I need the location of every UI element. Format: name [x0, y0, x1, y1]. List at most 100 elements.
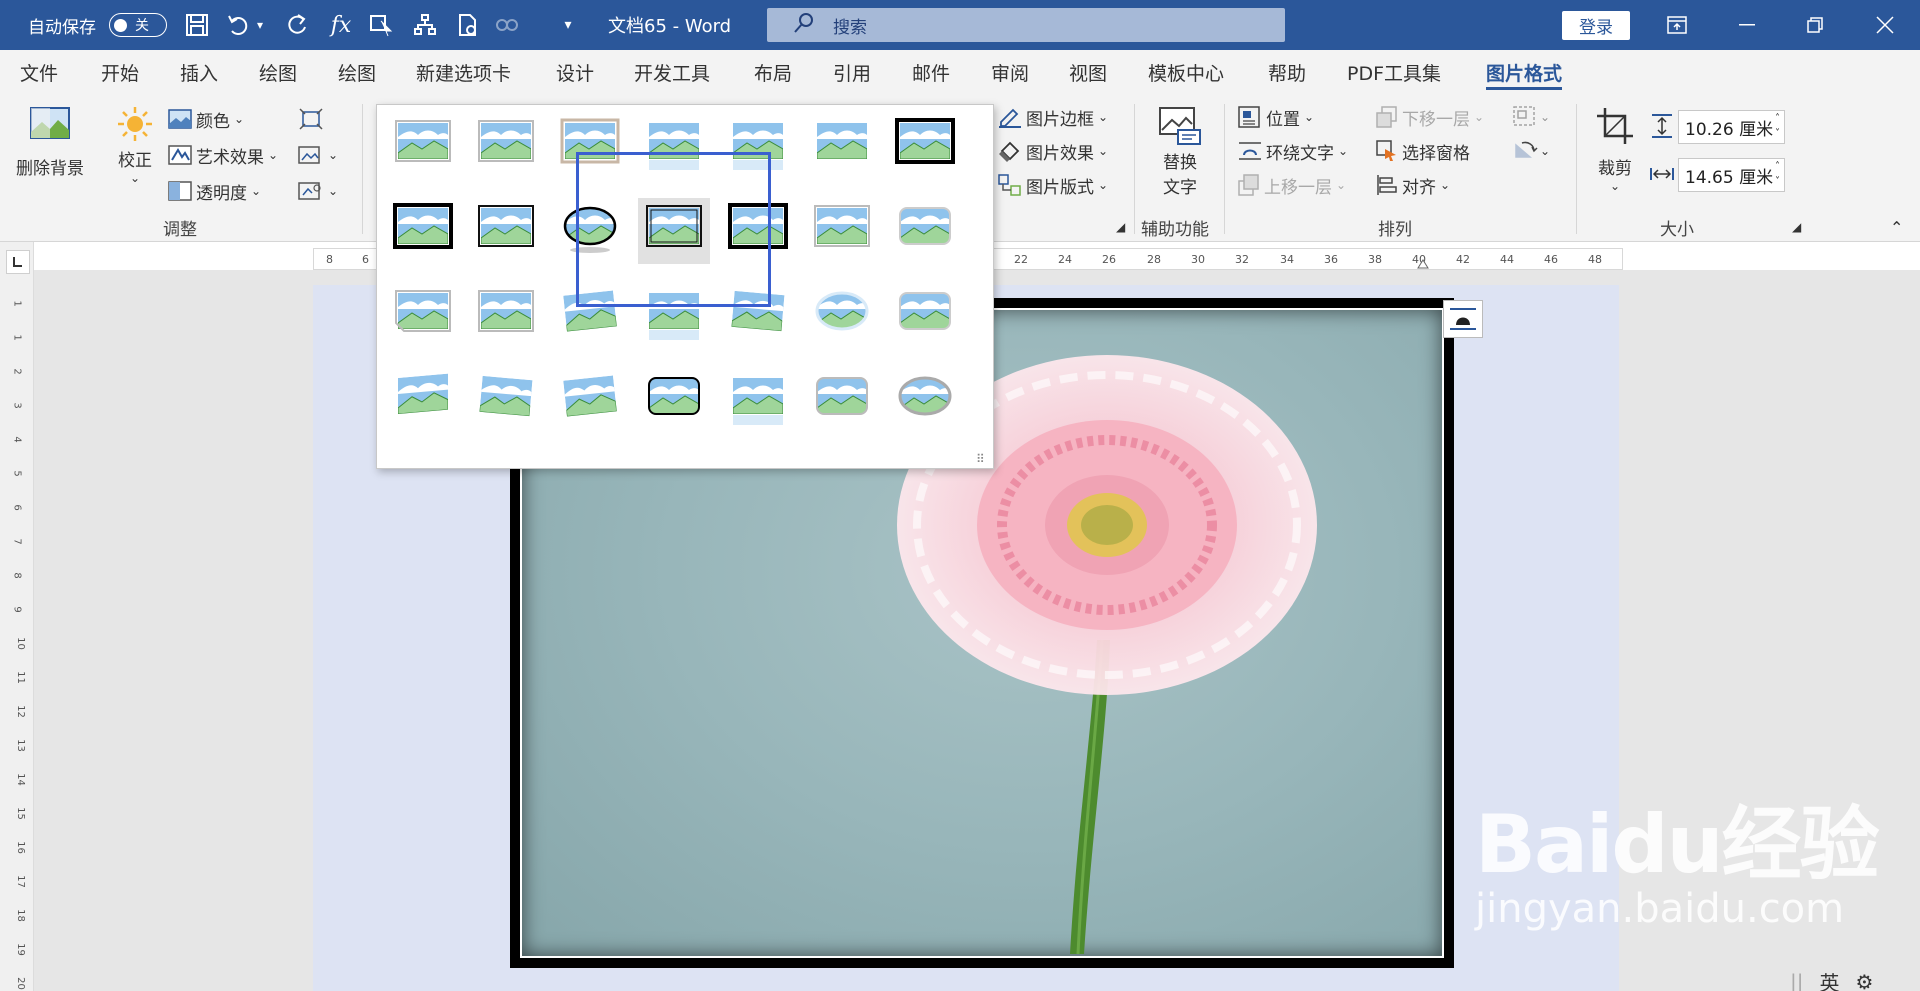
- picture-style-persp2[interactable]: [470, 368, 542, 434]
- artistic-effects-button[interactable]: 艺术效果 ⌄: [168, 142, 278, 168]
- chevron-down-icon: ⌄: [234, 112, 245, 126]
- picture-style-oval-soft[interactable]: [806, 283, 878, 349]
- tab-pdf-tools[interactable]: PDF工具集: [1347, 50, 1441, 94]
- wrap-text-button[interactable]: 环绕文字 ⌄: [1238, 138, 1348, 164]
- tab-new-tab[interactable]: 新建选项卡: [416, 50, 511, 94]
- search-input[interactable]: 搜索: [767, 8, 1285, 42]
- picture-style-thick-black2[interactable]: [387, 198, 459, 264]
- picture-style-rounded-white[interactable]: [889, 198, 961, 264]
- spinner-icon[interactable]: ˄ ˅: [1775, 111, 1780, 141]
- width-field[interactable]: 14.65 厘米 ˄ ˅: [1678, 158, 1785, 192]
- picture-style-rounded-black[interactable]: [638, 368, 710, 434]
- tab-help[interactable]: 帮助: [1268, 50, 1306, 94]
- undo-dropdown-icon[interactable]: ▾: [253, 10, 267, 40]
- tab-picture-format[interactable]: 图片格式: [1486, 50, 1563, 94]
- color-button[interactable]: 颜色 ⌄: [168, 106, 244, 132]
- dialog-launcher-icon[interactable]: ◢: [1792, 220, 1801, 234]
- picture-layout-button[interactable]: 图片版式 ⌄: [998, 172, 1108, 198]
- picture-style-reflect2[interactable]: [722, 368, 794, 434]
- send-backward-button[interactable]: 下移一层 ⌄: [1376, 104, 1484, 130]
- alt-text-button[interactable]: 替换 文字: [1150, 106, 1210, 206]
- change-picture-icon[interactable]: ⌄: [298, 142, 338, 168]
- picture-style-bevel[interactable]: [806, 368, 878, 434]
- bring-forward-button[interactable]: 上移一层 ⌄: [1238, 172, 1346, 198]
- height-field[interactable]: 10.26 厘米 ˄ ˅: [1678, 110, 1785, 144]
- tab-references[interactable]: 引用: [833, 50, 871, 94]
- remove-background-button[interactable]: 删除背景: [12, 102, 88, 192]
- selection-pane-button[interactable]: 选择窗格: [1376, 138, 1470, 164]
- close-icon[interactable]: [1850, 0, 1920, 50]
- select-objects-icon[interactable]: [367, 10, 397, 40]
- dialog-launcher-icon[interactable]: ◢: [1116, 220, 1125, 234]
- tab-selector[interactable]: [6, 250, 30, 274]
- picture-style-oval-metal[interactable]: [889, 368, 961, 434]
- ruler-number: 4: [11, 436, 23, 443]
- tab-design[interactable]: 设计: [556, 50, 594, 94]
- picture-style-page-curl[interactable]: [387, 283, 459, 349]
- picture-style-thin-gray[interactable]: [470, 283, 542, 349]
- picture-style-simple[interactable]: [387, 113, 459, 179]
- function-icon[interactable]: fx: [326, 10, 356, 40]
- minimize-icon[interactable]: [1712, 0, 1782, 50]
- picture-style-soft-rect[interactable]: [806, 198, 878, 264]
- link-icon[interactable]: [492, 10, 522, 40]
- position-button[interactable]: 位置 ⌄: [1238, 104, 1314, 130]
- picture-style-black-frame[interactable]: [722, 198, 794, 264]
- picture-style-double-sel[interactable]: [638, 198, 710, 264]
- tab-review[interactable]: 审阅: [991, 50, 1029, 94]
- org-chart-icon[interactable]: [410, 10, 440, 40]
- picture-style-soft-edge[interactable]: [806, 113, 878, 179]
- ribbon-display-icon[interactable]: [1642, 0, 1712, 50]
- customize-toolbar-icon[interactable]: ▾: [553, 10, 583, 40]
- picture-style-rounded[interactable]: [889, 283, 961, 349]
- tab-layout[interactable]: 布局: [754, 50, 792, 94]
- compress-pictures-icon[interactable]: [298, 106, 324, 132]
- spinner-icon[interactable]: ˄ ˅: [1775, 159, 1780, 189]
- crop-button[interactable]: 裁剪 ⌄: [1590, 106, 1640, 201]
- document-settings-icon[interactable]: [453, 10, 483, 40]
- language-indicator[interactable]: 英: [1819, 967, 1839, 991]
- picture-style-reflect-soft[interactable]: [638, 113, 710, 179]
- picture-style-persp[interactable]: [387, 368, 459, 434]
- artistic-effects-label: 艺术效果: [196, 147, 264, 168]
- tab-home[interactable]: 开始: [101, 50, 139, 94]
- right-indent-marker[interactable]: [1417, 255, 1429, 269]
- layout-options-icon[interactable]: [1443, 300, 1483, 338]
- tab-view[interactable]: 视图: [1069, 50, 1107, 94]
- tab-draw[interactable]: 绘图: [259, 50, 297, 94]
- picture-border-button[interactable]: 图片边框 ⌄: [998, 104, 1108, 130]
- tab-template-center[interactable]: 模板中心: [1148, 50, 1224, 94]
- resize-grip-icon[interactable]: ⠿: [976, 452, 985, 466]
- autosave-toggle[interactable]: 关: [109, 13, 167, 37]
- picture-style-reflect-bev[interactable]: [638, 283, 710, 349]
- picture-style-white-tilt[interactable]: [554, 368, 626, 434]
- restore-icon[interactable]: [1780, 0, 1850, 50]
- ruler-number: 1: [11, 334, 23, 341]
- corrections-button[interactable]: 校正 ⌄: [108, 104, 162, 199]
- save-icon[interactable]: [182, 10, 212, 40]
- picture-style-thin-dark[interactable]: [470, 198, 542, 264]
- picture-style-reflect[interactable]: [722, 113, 794, 179]
- picture-style-tilt[interactable]: [554, 283, 626, 349]
- reset-picture-icon[interactable]: ⌄: [298, 178, 338, 204]
- login-button[interactable]: 登录: [1562, 11, 1630, 40]
- picture-style-shadow[interactable]: [554, 113, 626, 179]
- settings-gear-icon[interactable]: ⚙: [1855, 970, 1873, 991]
- redo-icon[interactable]: [282, 10, 312, 40]
- picture-style-oval-shadow[interactable]: [554, 198, 626, 264]
- tab-draw-2[interactable]: 绘图: [338, 50, 376, 94]
- align-button[interactable]: 对齐 ⌄: [1376, 172, 1450, 198]
- undo-icon[interactable]: [223, 10, 253, 40]
- tab-insert[interactable]: 插入: [180, 50, 218, 94]
- transparency-button[interactable]: 透明度 ⌄: [168, 178, 261, 204]
- picture-style-tilt2[interactable]: [722, 283, 794, 349]
- picture-style-thick-black[interactable]: [889, 113, 961, 179]
- tab-mailings[interactable]: 邮件: [912, 50, 950, 94]
- picture-effects-button[interactable]: 图片效果 ⌄: [998, 138, 1108, 164]
- group-objects-icon[interactable]: ⌄: [1512, 104, 1550, 130]
- rotate-icon[interactable]: ⌄: [1512, 138, 1550, 164]
- tab-file[interactable]: 文件: [20, 50, 58, 94]
- collapse-ribbon-icon[interactable]: ⌃: [1890, 218, 1903, 237]
- tab-developer[interactable]: 开发工具: [634, 50, 710, 94]
- picture-style-thin[interactable]: [470, 113, 542, 179]
